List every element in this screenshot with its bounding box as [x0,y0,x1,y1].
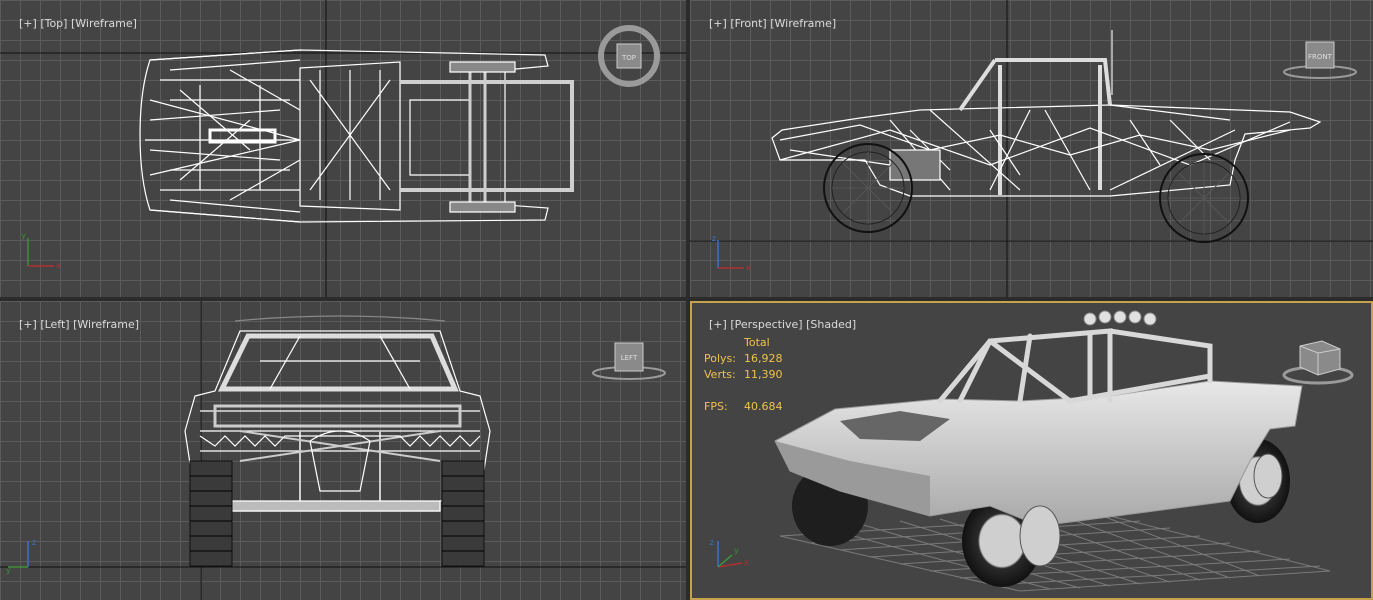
viewport-left-label: [+] [Left] [Wireframe] [5,305,139,344]
svg-text:FRONT: FRONT [1308,53,1333,61]
rear-wheel [1159,153,1249,243]
fps-label: FPS: [704,400,728,413]
viewport-front-shading-menu[interactable]: [Wireframe] [770,17,836,30]
viewport-top-label: [+] [Top] [Wireframe] [5,4,137,43]
statistics-overlay: Total Polys: 16,928 Verts: 11,390 FPS: 40.6… [704,335,783,415]
viewcube-front-icon: FRONT [1283,41,1357,79]
perspective-car-shaded [774,310,1303,587]
viewport-perspective-shading-menu[interactable]: [Shaded] [806,318,856,331]
viewcube-perspective-icon [1282,340,1354,385]
front-view-scene: FRONT z x [690,0,1373,297]
left-tires [189,460,485,567]
svg-text:x: x [744,558,749,567]
fps-value: 40.684 [744,400,783,413]
viewcube-top-icon: TOP [598,25,660,87]
svg-text:y: y [6,566,11,575]
viewport-front-label: [+] [Front] [Wireframe] [695,4,836,43]
viewport-top[interactable]: [+] [Top] [Wireframe] TOP y x [0,0,686,297]
svg-text:z: z [710,538,714,547]
viewport-top-view-menu[interactable]: [Top] [40,17,67,30]
svg-text:z: z [32,538,36,547]
svg-text:TOP: TOP [621,54,636,62]
viewport-perspective[interactable]: [+] [Perspective] [Shaded] Total Polys: 1… [690,301,1373,600]
viewport-left[interactable]: [+] [Left] [Wireframe] LEFT z y [0,301,686,600]
viewport-divider-horizontal[interactable] [0,297,1373,301]
viewcube-left-icon: LEFT [592,342,666,380]
axis-tripod-icon: z x y [710,538,749,568]
top-view-car-wireframe [139,49,574,223]
axis-tripod-icon: z x [712,234,751,272]
viewport-left-shading-menu[interactable]: [Wireframe] [73,318,139,331]
viewport-front-view-menu[interactable]: [Front] [730,17,766,30]
svg-text:z: z [712,234,716,243]
axis-tripod-icon: y x [21,231,61,270]
viewport-top-plus-menu[interactable]: [+] [19,17,37,30]
viewport-front[interactable]: [+] [Front] [Wireframe] FRONT z x [690,0,1373,297]
stats-header: Total [744,336,770,349]
left-view-scene: LEFT z y [0,301,686,600]
svg-text:y: y [21,231,26,240]
axis-tripod-icon: z y [6,538,36,575]
top-view-scene: TOP y x [0,0,686,297]
svg-text:LEFT: LEFT [621,354,638,362]
polys-label: Polys: [704,352,736,365]
viewport-left-plus-menu[interactable]: [+] [19,318,37,331]
viewport-left-view-menu[interactable]: [Left] [40,318,69,331]
viewport-perspective-plus-menu[interactable]: [+] [709,318,727,331]
front-wheel [823,143,913,233]
svg-text:x: x [746,263,751,272]
viewport-front-plus-menu[interactable]: [+] [709,17,727,30]
svg-text:y: y [734,546,739,555]
verts-value: 11,390 [744,368,783,381]
perspective-scene: z x y [710,310,1354,592]
polys-value: 16,928 [744,352,783,365]
viewport-perspective-view-menu[interactable]: [Perspective] [730,318,802,331]
svg-text:x: x [56,261,61,270]
verts-label: Verts: [704,368,736,381]
viewport-top-shading-menu[interactable]: [Wireframe] [71,17,137,30]
